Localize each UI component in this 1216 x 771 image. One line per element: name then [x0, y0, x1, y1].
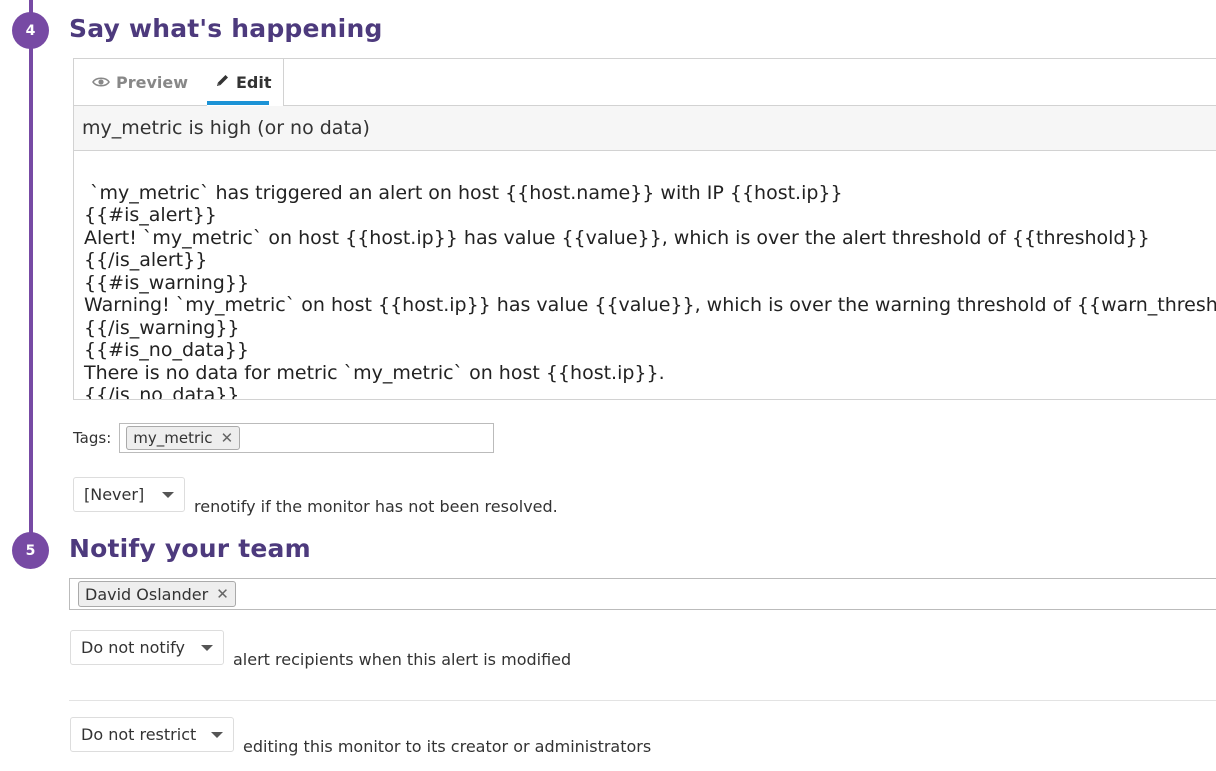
- message-textarea[interactable]: `my_metric` has triggered an alert on ho…: [74, 151, 1216, 400]
- section-title-say-whats-happening: Say what's happening: [69, 14, 383, 43]
- divider: [69, 700, 1216, 701]
- tags-label: Tags:: [73, 429, 112, 447]
- restrict-editing-select-value: Do not restrict: [81, 725, 197, 744]
- tab-preview[interactable]: Preview: [92, 59, 188, 105]
- message-line: {{#is_alert}}: [84, 204, 217, 226]
- tags-row: Tags: my_metric ✕: [73, 423, 495, 453]
- renotify-description: renotify if the monitor has not been res…: [194, 497, 558, 516]
- message-line: {{#is_warning}}: [84, 271, 250, 294]
- caret-down-icon: [211, 731, 223, 738]
- restrict-editing-description: editing this monitor to its creator or a…: [243, 737, 652, 756]
- step-5-badge: 5: [12, 532, 49, 569]
- notify-modified-select[interactable]: Do not notify: [70, 630, 224, 665]
- renotify-select-value: [Never]: [84, 485, 145, 504]
- message-line: {{/is_alert}}: [84, 249, 208, 271]
- tab-preview-label: Preview: [116, 72, 189, 92]
- tab-edit-label: Edit: [236, 73, 272, 92]
- close-icon[interactable]: ✕: [221, 429, 234, 447]
- tag-chip: my_metric ✕: [126, 426, 241, 450]
- timeline-line: [29, 0, 33, 560]
- restrict-editing-select[interactable]: Do not restrict: [70, 717, 234, 752]
- tags-input[interactable]: my_metric ✕: [119, 423, 495, 453]
- message-line: {{/is_no_data}}: [84, 384, 240, 399]
- step-4-badge: 4: [12, 12, 49, 49]
- subject-input[interactable]: my_metric is high (or no data): [74, 106, 1216, 151]
- message-line: `my_metric` has triggered an alert on ho…: [84, 181, 843, 204]
- tab-edit[interactable]: Edit: [207, 59, 284, 106]
- caret-down-icon: [201, 644, 213, 651]
- message-line: {{/is_warning}}: [84, 316, 240, 339]
- eye-icon: [92, 73, 110, 92]
- notify-modified-description: alert recipients when this alert is modi…: [233, 650, 572, 669]
- pencil-icon: [215, 73, 230, 92]
- renotify-select[interactable]: [Never]: [73, 477, 185, 512]
- caret-down-icon: [162, 491, 174, 498]
- message-editor: Preview Edit my_metric is high (or no da…: [73, 58, 1216, 400]
- message-line: {{#is_no_data}}: [84, 339, 249, 361]
- message-line: Alert! `my_metric` on host {{host.ip}} h…: [84, 226, 1150, 249]
- tag-chip-label: my_metric: [133, 429, 213, 447]
- recipient-chip-label: David Oslander: [85, 584, 209, 604]
- message-line: There is no data for metric `my_metric` …: [84, 361, 665, 384]
- message-line: Warning! `my_metric` on host {{host.ip}}…: [84, 294, 1216, 316]
- close-icon[interactable]: ✕: [216, 585, 229, 603]
- recipient-chip: David Oslander ✕: [78, 581, 236, 607]
- recipients-input[interactable]: David Oslander ✕: [69, 578, 1216, 610]
- active-tab-indicator: [207, 101, 269, 105]
- section-title-notify-your-team: Notify your team: [69, 534, 311, 563]
- notify-modified-select-value: Do not notify: [81, 638, 185, 657]
- editor-tabs: Preview Edit: [74, 59, 1216, 106]
